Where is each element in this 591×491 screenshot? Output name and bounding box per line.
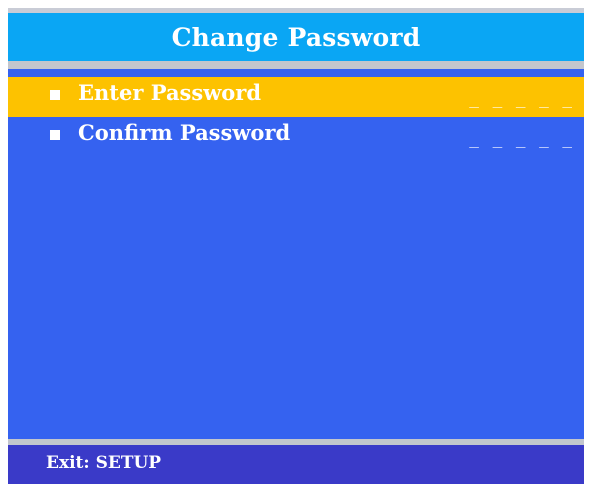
osd-screen: Change Password Enter Password _ _ _ _ _…: [8, 8, 584, 484]
exit-hint: Exit: SETUP: [46, 453, 162, 473]
square-bullet-icon: [50, 90, 60, 100]
footer-bar: Exit: SETUP: [8, 445, 584, 484]
menu-item-enter-password[interactable]: Enter Password _ _ _ _ _: [8, 77, 584, 117]
title-bar: Change Password: [8, 13, 584, 61]
square-bullet-icon: [50, 130, 60, 140]
menu-item-confirm-password[interactable]: Confirm Password _ _ _ _ _: [8, 117, 584, 157]
title-divider: [8, 61, 584, 69]
password-confirm-field[interactable]: _ _ _ _ _: [469, 129, 574, 148]
menu-item-label: Confirm Password: [78, 120, 291, 145]
menu-item-label: Enter Password: [78, 80, 262, 105]
page-title: Change Password: [171, 22, 421, 52]
password-menu: Enter Password _ _ _ _ _ Confirm Passwor…: [8, 77, 584, 157]
password-entry-field[interactable]: _ _ _ _ _: [469, 89, 574, 108]
